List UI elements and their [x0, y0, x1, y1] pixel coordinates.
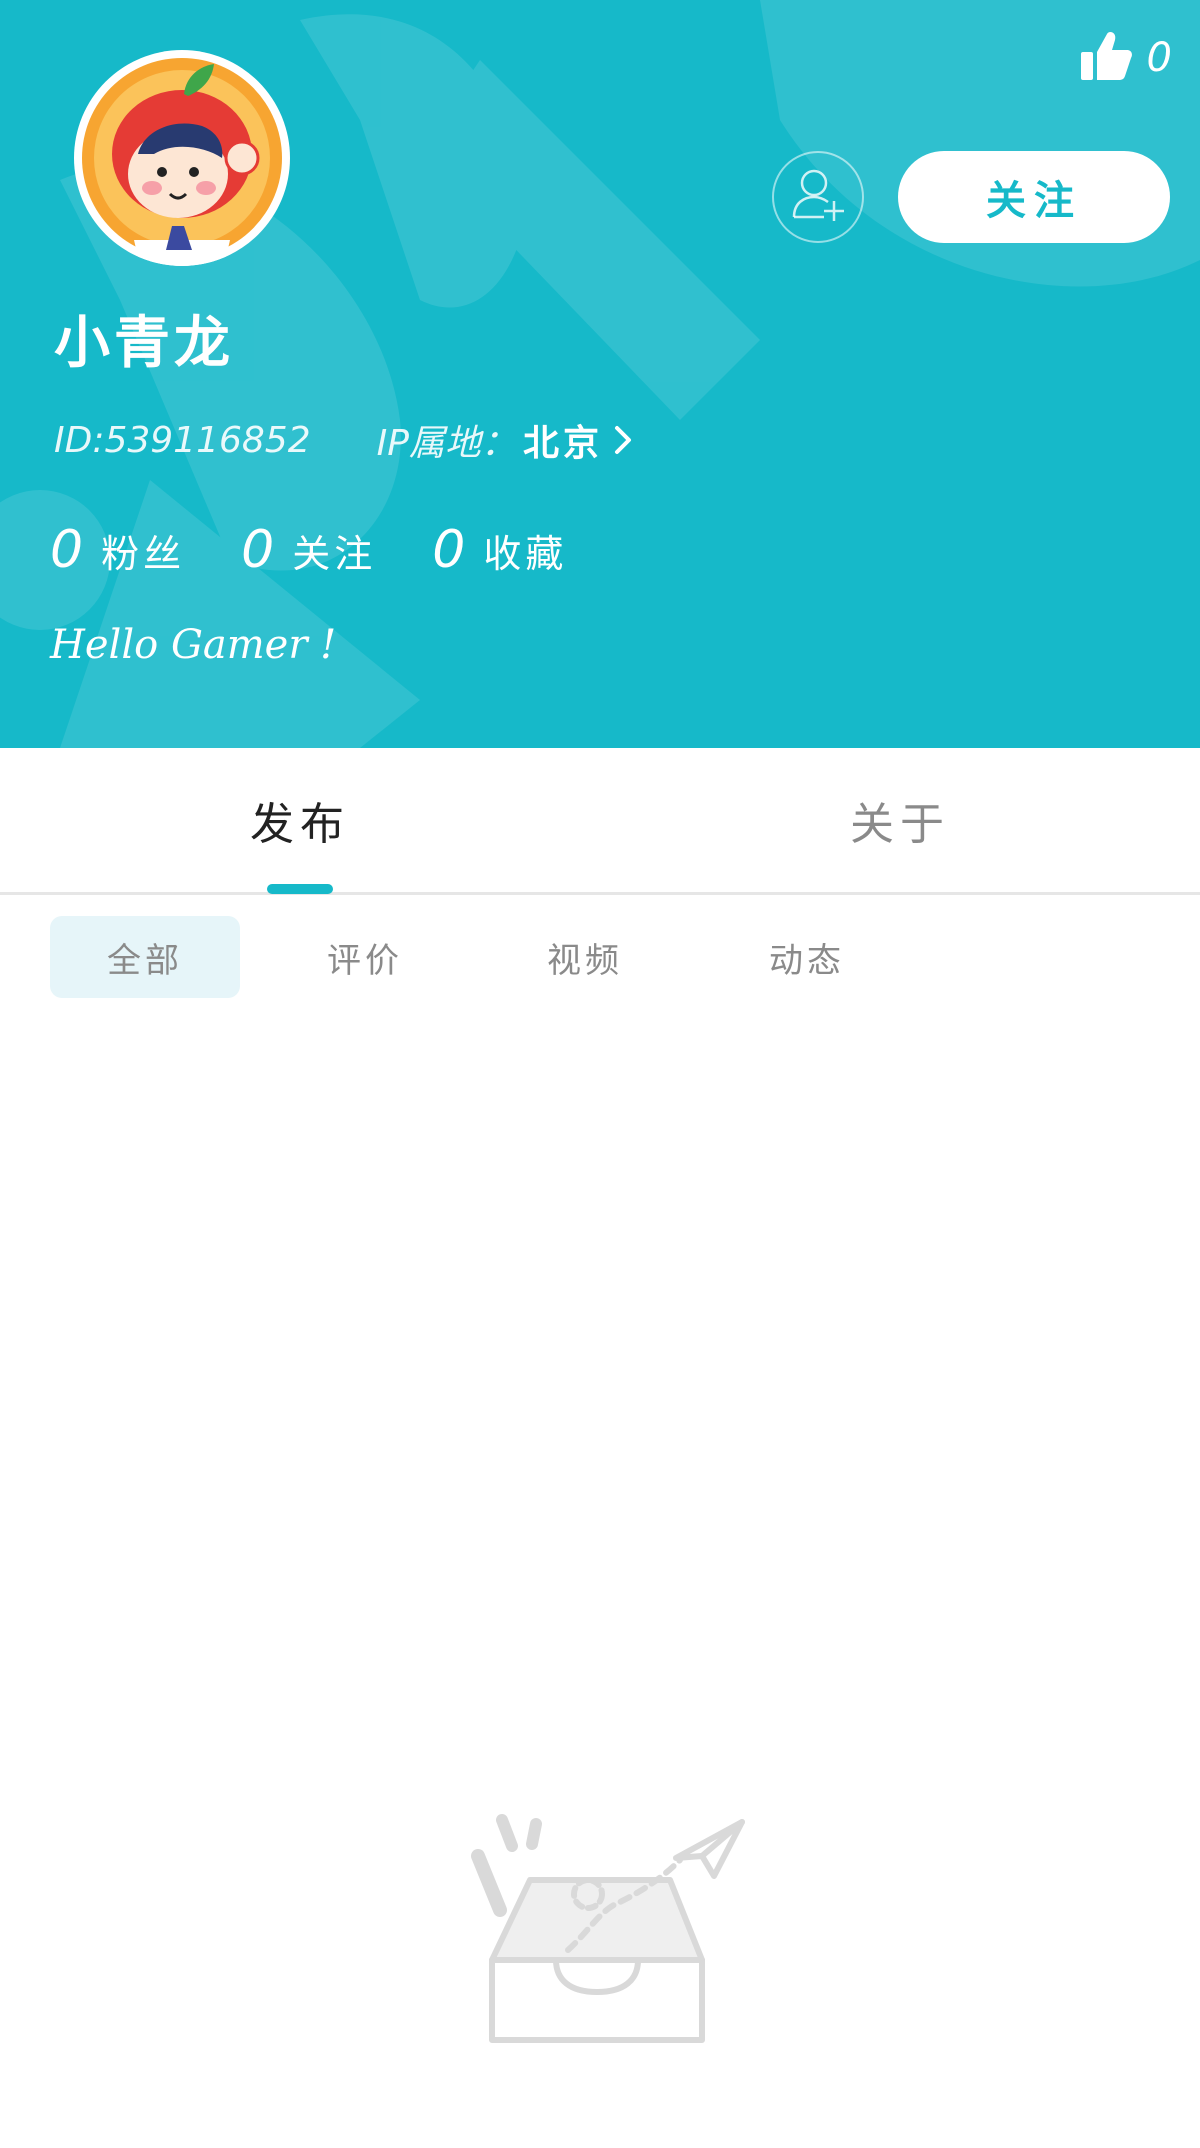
tab-indicator: [267, 884, 333, 894]
avatar[interactable]: [74, 50, 290, 266]
follow-button[interactable]: 关注: [898, 151, 1170, 243]
username: 小青龙: [54, 310, 234, 376]
user-id: ID:539116852: [54, 419, 311, 461]
like-count: 0: [1146, 35, 1172, 81]
ip-label: IP属地：: [376, 423, 517, 464]
thumbs-up-icon: [1079, 30, 1133, 86]
profile-header: 0 关注 小青龙 ID:539116852 IP属地： 北京 0 粉丝 0 关注…: [0, 0, 1200, 748]
empty-inbox-icon: [471, 1814, 745, 2043]
stat-value: 0: [241, 520, 275, 580]
stat-value: 0: [432, 520, 466, 580]
add-friend-button[interactable]: [772, 151, 864, 243]
stat-fans[interactable]: 0 粉丝: [50, 520, 185, 580]
stats-row: 0 粉丝 0 关注 0 收藏: [50, 515, 623, 585]
tab-publish[interactable]: 发布: [150, 748, 450, 892]
filter-chips: 全部 评价 视频 动态: [0, 916, 1200, 998]
stat-label: 关注: [292, 532, 377, 576]
bio: Hello Gamer !: [50, 622, 337, 668]
tab-bar: 发布 关于: [0, 748, 1200, 895]
id-and-ip-line: ID:539116852 IP属地： 北京: [54, 410, 633, 470]
empty-state: [470, 1810, 750, 2050]
chevron-right-icon: [613, 424, 633, 456]
stat-favorites[interactable]: 0 收藏: [432, 520, 567, 580]
add-friend-icon: [788, 165, 848, 229]
chip-posts[interactable]: 动态: [712, 916, 902, 998]
stat-value: 0: [50, 520, 84, 580]
tab-about[interactable]: 关于: [750, 748, 1050, 892]
chip-reviews[interactable]: 评价: [270, 916, 460, 998]
chip-all[interactable]: 全部: [50, 916, 240, 998]
ip-location[interactable]: IP属地： 北京: [377, 414, 633, 466]
like-counter[interactable]: 0: [1079, 28, 1172, 88]
stat-following[interactable]: 0 关注: [241, 520, 376, 580]
chip-videos[interactable]: 视频: [490, 916, 680, 998]
ip-value: 北京: [522, 423, 603, 464]
stat-label: 粉丝: [101, 532, 186, 576]
stat-label: 收藏: [483, 532, 568, 576]
